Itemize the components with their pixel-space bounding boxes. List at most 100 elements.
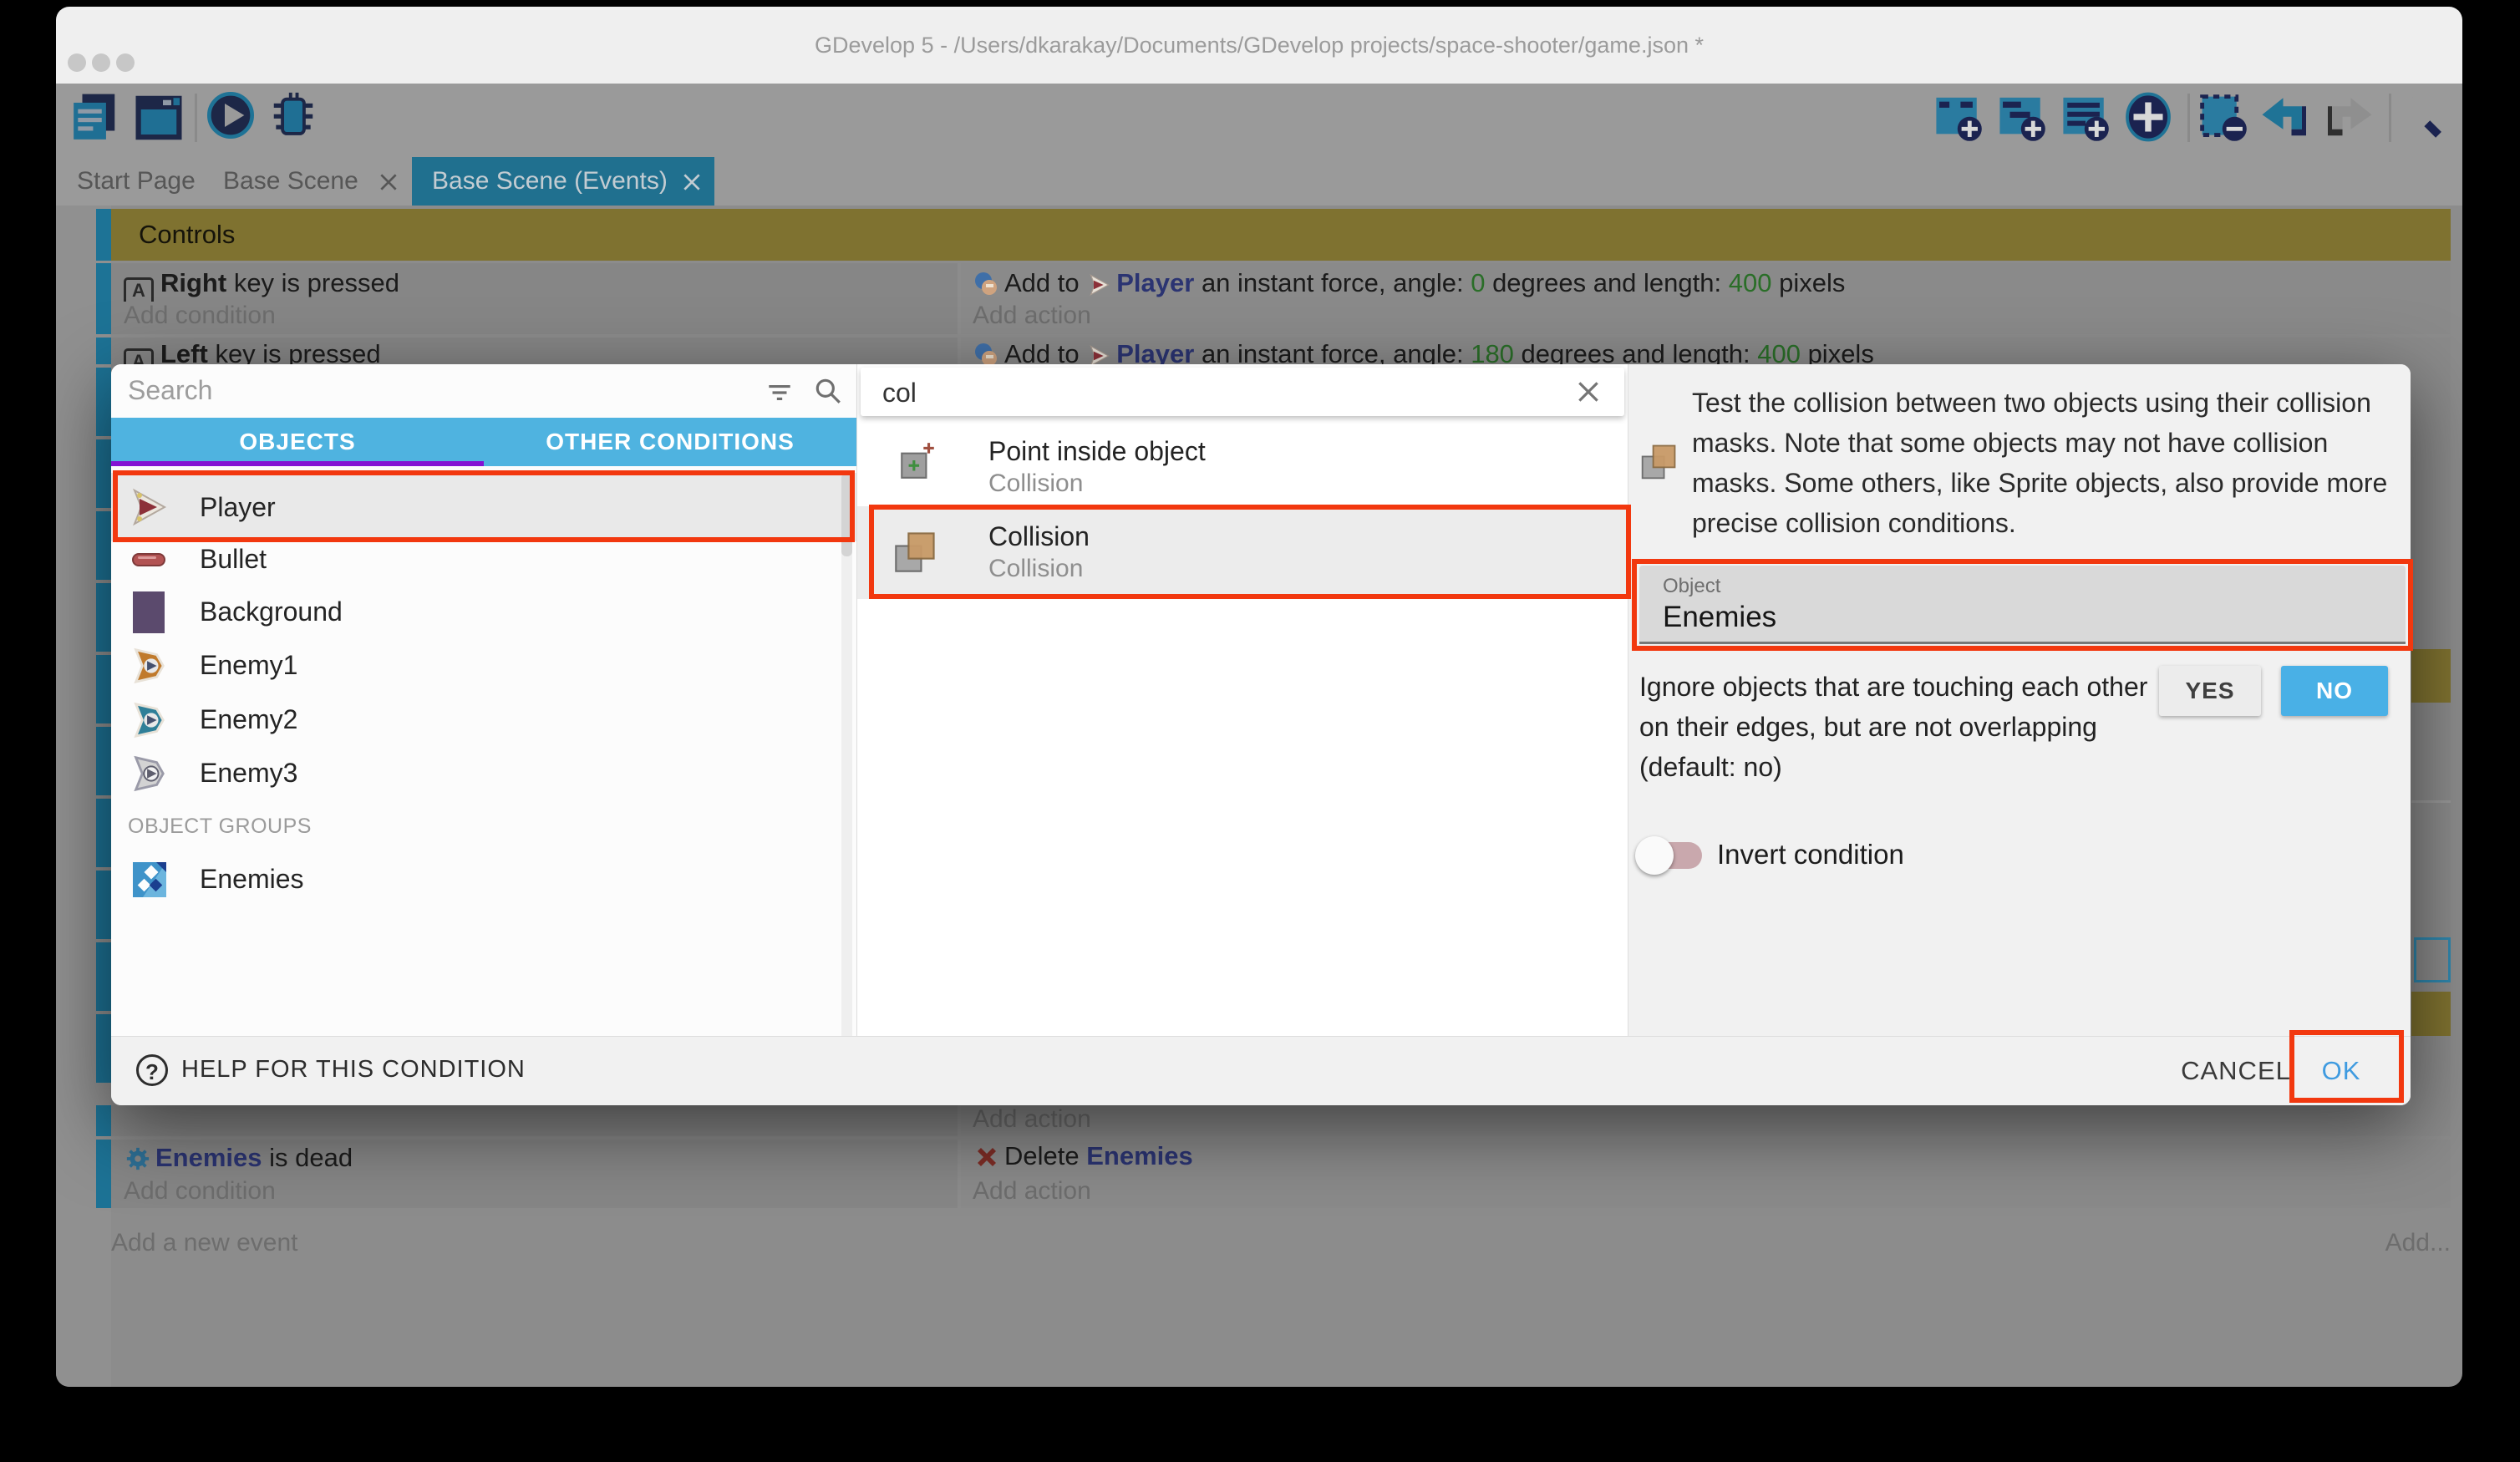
condition-query-input[interactable] [861,368,1648,418]
invert-toggle-knob[interactable] [1635,836,1674,875]
search-icon [813,376,843,406]
condition-editor-dialog: OBJECTS OTHER CONDITIONS Player Bullet B… [111,364,2411,1105]
yes-button[interactable]: YES [2159,666,2261,716]
event-handle [96,1014,111,1083]
selected-row-outline [2414,937,2451,982]
help-icon[interactable]: ? [136,1054,168,1086]
debug-bug-icon[interactable] [267,90,319,140]
add-action-link[interactable]: Add action [973,299,1091,333]
list-item-background[interactable]: Background [111,586,856,638]
redo-icon[interactable] [2324,94,2374,142]
add-new-event-link[interactable]: Add a new event [111,1228,298,1258]
add-condition-link[interactable]: Add condition [124,1175,276,1208]
tab-start-page[interactable]: Start Page [77,157,196,206]
result-subtitle: Collision [988,553,1607,585]
query-field [861,368,1624,416]
event-handle [96,511,111,580]
list-item-label: Player [200,473,276,541]
add-comment-icon[interactable] [2061,94,2110,142]
tab-other-conditions[interactable]: OTHER CONDITIONS [484,418,856,466]
condition-description: Test the collision between two objects u… [1692,383,2411,543]
ignore-line: (default: no) [1639,747,2191,787]
add-event-icon[interactable] [1934,94,1983,142]
event-handle [96,338,111,364]
action-text[interactable]: Add to Player an instant force, angle: 0… [973,265,2435,302]
clear-search-icon[interactable] [1575,378,1602,405]
toolbar-search-icon[interactable] [2401,92,2449,142]
result-subtitle: Collision [988,468,1607,500]
field-value: Enemies [1663,601,1776,634]
active-tab-indicator [111,461,484,466]
tab-base-scene-events[interactable]: Base Scene (Events) [412,157,714,206]
filter-icon[interactable] [765,378,795,408]
point-inside-object-icon [897,439,938,481]
event-handle [96,727,111,795]
object-parameter-field[interactable]: Object Enemies [1639,566,2406,644]
event-handle [96,263,111,334]
keyboard-key-icon: A [124,277,154,302]
list-item-player[interactable]: Player [111,473,856,541]
object-list-panel: OBJECTS OTHER CONDITIONS Player Bullet B… [111,364,856,1036]
action-cell[interactable] [961,1105,2451,1136]
list-item-enemy1[interactable]: Enemy1 [111,639,856,692]
background-icon [133,591,165,633]
event-group-sliver [2411,649,2451,703]
ok-button[interactable]: OK [2299,1044,2383,1098]
event-handle [96,799,111,867]
collision-icon [892,528,939,575]
project-manager-icon[interactable] [69,92,121,144]
list-item-label: Enemy1 [200,639,297,692]
enemy3-ship-icon [130,754,168,793]
add-action-link[interactable]: Add action [973,1104,1091,1135]
behavior-gear-icon [125,1146,150,1171]
help-link[interactable]: HELP FOR THIS CONDITION [181,1043,526,1096]
tab-close-icon[interactable] [681,171,703,193]
event-handle [96,583,111,652]
add-more-link[interactable]: Add... [2331,1228,2451,1258]
condition-text[interactable]: Enemies is dead [124,1140,951,1176]
tab-objects[interactable]: OBJECTS [111,418,484,466]
tab-close-icon[interactable] [378,171,399,193]
event-handle [96,209,111,261]
event-handle [96,655,111,723]
event-handle [96,439,111,508]
remove-selection-icon[interactable] [2199,94,2248,142]
result-point-inside[interactable]: Point inside object Collision [857,419,1628,506]
result-collision[interactable]: Collision Collision [857,506,1628,599]
add-subevent-icon[interactable] [1998,94,2046,142]
scene-editor-icon[interactable] [134,94,184,142]
list-item-label: Enemies [200,853,304,906]
event-handle [96,1105,111,1136]
toolbar-separator [195,94,197,142]
add-circle-icon[interactable] [2123,92,2173,142]
object-search-input[interactable] [111,364,754,416]
action-text[interactable]: Delete Enemies [973,1138,2435,1175]
list-item-label: Bullet [200,533,267,586]
add-condition-link[interactable]: Add condition [124,299,276,333]
event-handle [96,871,111,939]
scrollbar-track[interactable] [841,473,852,1036]
enemy1-ship-icon [130,647,168,685]
condition-cell[interactable] [111,1105,958,1136]
force-hand-icon [974,272,999,297]
list-item-enemy3[interactable]: Enemy3 [111,747,856,800]
condition-text[interactable]: ARight key is pressed [124,265,951,302]
list-item-enemies-group[interactable]: Enemies [111,853,856,906]
tab-base-scene[interactable]: Base Scene [223,157,358,206]
invert-condition-label: Invert condition [1717,832,1904,877]
cancel-button[interactable]: CANCEL [2177,1044,2294,1098]
event-group-header[interactable]: Controls [111,209,2451,261]
event-handle [96,368,111,436]
tab-label: Base Scene (Events) [432,157,668,206]
undo-icon[interactable] [2260,94,2310,142]
scrollbar-thumb[interactable] [841,473,852,556]
ignore-edges-question: Ignore objects that are touching each ot… [1639,667,2191,787]
play-preview-icon[interactable] [207,92,254,139]
window-title: GDevelop 5 - /Users/dkarakay/Documents/G… [56,7,2462,84]
list-item-bullet[interactable]: Bullet [111,533,856,586]
player-ship-icon [130,487,170,527]
list-item-enemy2[interactable]: Enemy2 [111,693,856,746]
row-divider [2411,800,2451,803]
no-button[interactable]: NO [2281,666,2388,716]
add-action-link[interactable]: Add action [973,1175,1091,1208]
